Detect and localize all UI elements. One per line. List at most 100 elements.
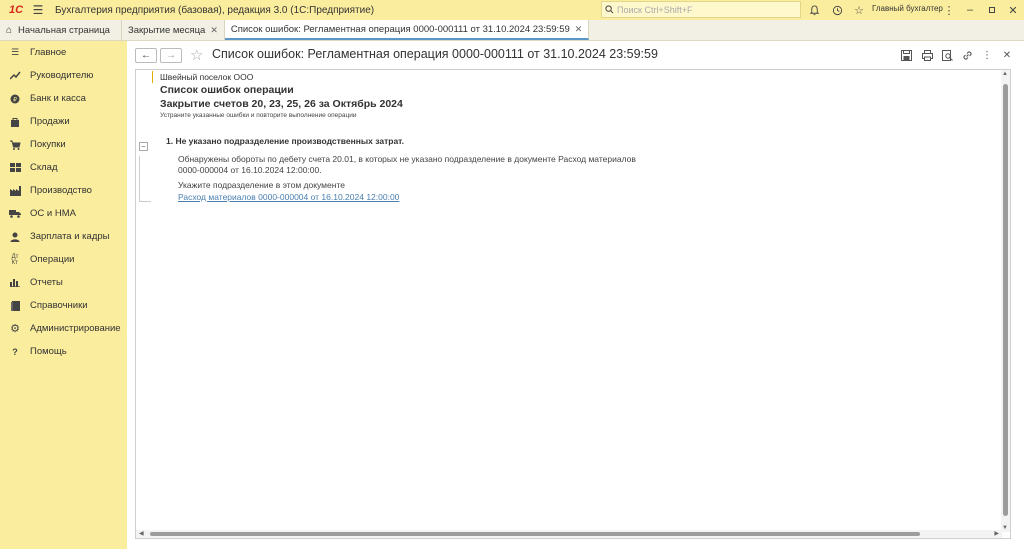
scroll-down-icon[interactable]: ▼ xyxy=(1002,525,1008,531)
sidebar-item-label: Администрирование xyxy=(30,323,121,334)
more-actions-icon[interactable]: ⋮ xyxy=(980,48,994,62)
current-user[interactable]: Главный бухгалтер xyxy=(872,4,943,13)
report-subheading: Закрытие счетов 20, 23, 25, 26 за Октябр… xyxy=(160,98,403,110)
print-icon[interactable] xyxy=(920,48,934,62)
app-title: Бухгалтерия предприятия (базовая), редак… xyxy=(55,4,375,16)
search-icon xyxy=(605,5,614,14)
tab-error-list[interactable]: Список ошибок: Регламентная операция 000… xyxy=(224,20,590,40)
tab-home-label: Начальная страница xyxy=(18,24,110,36)
forward-button[interactable]: → xyxy=(160,48,182,63)
scroll-left-icon[interactable]: ◀ xyxy=(139,530,144,537)
app-logo[interactable]: 1С xyxy=(3,0,29,20)
sidebar-item-label: Производство xyxy=(30,185,92,196)
gear-icon: ⚙ xyxy=(10,323,20,335)
vertical-scroll-thumb[interactable] xyxy=(1003,84,1008,516)
sidebar-item-salary[interactable]: Зарплата и кадры xyxy=(0,225,127,248)
sidebar-item-purchases[interactable]: Покупки xyxy=(0,133,127,156)
title-bar: 1С ☰ Бухгалтерия предприятия (базовая), … xyxy=(0,0,1024,20)
book-icon xyxy=(9,300,21,312)
sections-sidebar: ☰ Главное Руководителю ₽ Банк и касса Прод… xyxy=(0,41,127,549)
form-title: Список ошибок: Регламентная операция 000… xyxy=(212,47,658,61)
vertical-scrollbar[interactable]: ▲ ▼ xyxy=(1001,70,1010,532)
sidebar-item-warehouse[interactable]: Склад xyxy=(0,156,127,179)
sidebar-item-fixed-assets[interactable]: ОС и НМА xyxy=(0,202,127,225)
sidebar-item-bank[interactable]: ₽ Банк и касса xyxy=(0,87,127,110)
favorites-star-icon[interactable]: ☆ xyxy=(851,2,867,18)
spreadsheet-document[interactable]: Швейный поселок ООО Список ошибок операц… xyxy=(135,69,1011,539)
save-icon[interactable] xyxy=(899,48,913,62)
error-instruction: Укажите подразделение в этом документе xyxy=(178,180,345,190)
preview-icon[interactable] xyxy=(940,48,954,62)
error-description-line-2: 0000-000004 от 16.10.2024 12:00:00. xyxy=(178,165,322,175)
favorite-star-icon[interactable]: ☆ xyxy=(190,46,203,64)
link-icon[interactable] xyxy=(960,48,974,62)
svg-text:₽: ₽ xyxy=(13,96,17,103)
main-menu-icon[interactable]: ☰ xyxy=(29,3,47,17)
cart-icon xyxy=(9,139,21,151)
sidebar-item-operations[interactable]: Дт Кт Операции xyxy=(0,248,127,271)
truck-icon xyxy=(9,208,21,220)
back-button[interactable]: ← xyxy=(135,48,157,63)
person-icon xyxy=(9,231,21,243)
report-heading: Список ошибок операции xyxy=(160,84,294,96)
search-placeholder: Поиск Ctrl+Shift+F xyxy=(617,4,693,15)
sidebar-item-production[interactable]: Производство xyxy=(0,179,127,202)
error-title: 1. Не указано подразделение производстве… xyxy=(166,136,404,146)
horizontal-scrollbar[interactable]: ◀ ▶ xyxy=(136,530,1002,538)
warehouse-icon xyxy=(9,162,21,174)
bell-icon[interactable] xyxy=(806,2,822,18)
form-area: ← → ☆ Список ошибок: Регламентная операц… xyxy=(127,41,1024,549)
trend-icon xyxy=(9,70,21,82)
sidebar-item-label: Зарплата и кадры xyxy=(30,231,110,242)
help-icon: ? xyxy=(12,346,18,357)
restore-icon[interactable] xyxy=(984,2,1000,18)
sidebar-item-manager[interactable]: Руководителю xyxy=(0,64,127,87)
window-more-icon[interactable]: ⋮ xyxy=(941,2,957,18)
bag-icon xyxy=(9,116,21,128)
cell-cursor xyxy=(152,71,154,83)
sidebar-item-label: Покупки xyxy=(30,139,66,150)
document-link[interactable]: Расход материалов 0000-000004 от 16.10.2… xyxy=(178,192,399,202)
scroll-up-icon[interactable]: ▲ xyxy=(1002,71,1008,77)
sidebar-item-sales[interactable]: Продажи xyxy=(0,110,127,133)
open-tabs-bar: ⌂ Начальная страница Закрытие месяца ✕ С… xyxy=(0,20,1024,41)
sidebar-item-catalogs[interactable]: Справочники xyxy=(0,294,127,317)
close-window-icon[interactable]: ✕ xyxy=(1005,2,1021,18)
sidebar-item-label: Руководителю xyxy=(30,70,94,81)
sidebar-item-help[interactable]: ? Помощь xyxy=(0,340,127,363)
sidebar-item-label: Операции xyxy=(30,254,75,265)
tab-month-closing-label: Закрытие месяца xyxy=(128,24,206,36)
factory-icon xyxy=(9,185,21,197)
error-description-line-1: Обнаружены обороты по дебету счета 20.01… xyxy=(178,154,636,164)
sidebar-item-admin[interactable]: ⚙ Администрирование xyxy=(0,317,127,340)
home-icon: ⌂ xyxy=(6,24,13,36)
group-bracket xyxy=(139,156,151,202)
sidebar-item-label: Банк и касса xyxy=(30,93,86,104)
report-hint: Устраните указанные ошибки и повторите в… xyxy=(160,112,357,119)
search-input[interactable]: Поиск Ctrl+Shift+F xyxy=(601,1,801,18)
close-form-icon[interactable]: ✕ xyxy=(1000,48,1014,62)
sidebar-item-label: Помощь xyxy=(30,346,67,357)
sidebar-item-label: Справочники xyxy=(30,300,88,311)
sidebar-item-label: Главное xyxy=(30,47,67,58)
minimize-icon[interactable]: – xyxy=(962,2,978,18)
menu-icon: ☰ xyxy=(10,47,20,57)
report-icon xyxy=(9,277,21,289)
horizontal-scroll-thumb[interactable] xyxy=(150,532,920,536)
close-icon[interactable]: ✕ xyxy=(575,24,583,35)
tab-home[interactable]: ⌂ Начальная страница xyxy=(0,20,122,40)
sidebar-item-main[interactable]: ☰ Главное xyxy=(0,41,127,64)
scroll-right-icon[interactable]: ▶ xyxy=(994,530,999,537)
close-icon[interactable]: ✕ xyxy=(210,25,218,36)
sidebar-item-reports[interactable]: Отчеты xyxy=(0,271,127,294)
operations-icon: Дт Кт xyxy=(11,253,19,266)
collapse-group-toggle[interactable]: − xyxy=(139,142,148,151)
tab-error-list-label: Список ошибок: Регламентная операция 000… xyxy=(230,23,570,35)
history-icon[interactable] xyxy=(829,2,845,18)
arrow-right-icon: → xyxy=(166,50,176,61)
arrow-left-icon: ← xyxy=(141,50,151,61)
tab-month-closing[interactable]: Закрытие месяца ✕ xyxy=(122,20,225,40)
sidebar-item-label: ОС и НМА xyxy=(30,208,76,219)
sidebar-item-label: Продажи xyxy=(30,116,70,127)
report-content: Швейный поселок ООО Список ошибок операц… xyxy=(136,70,1002,532)
